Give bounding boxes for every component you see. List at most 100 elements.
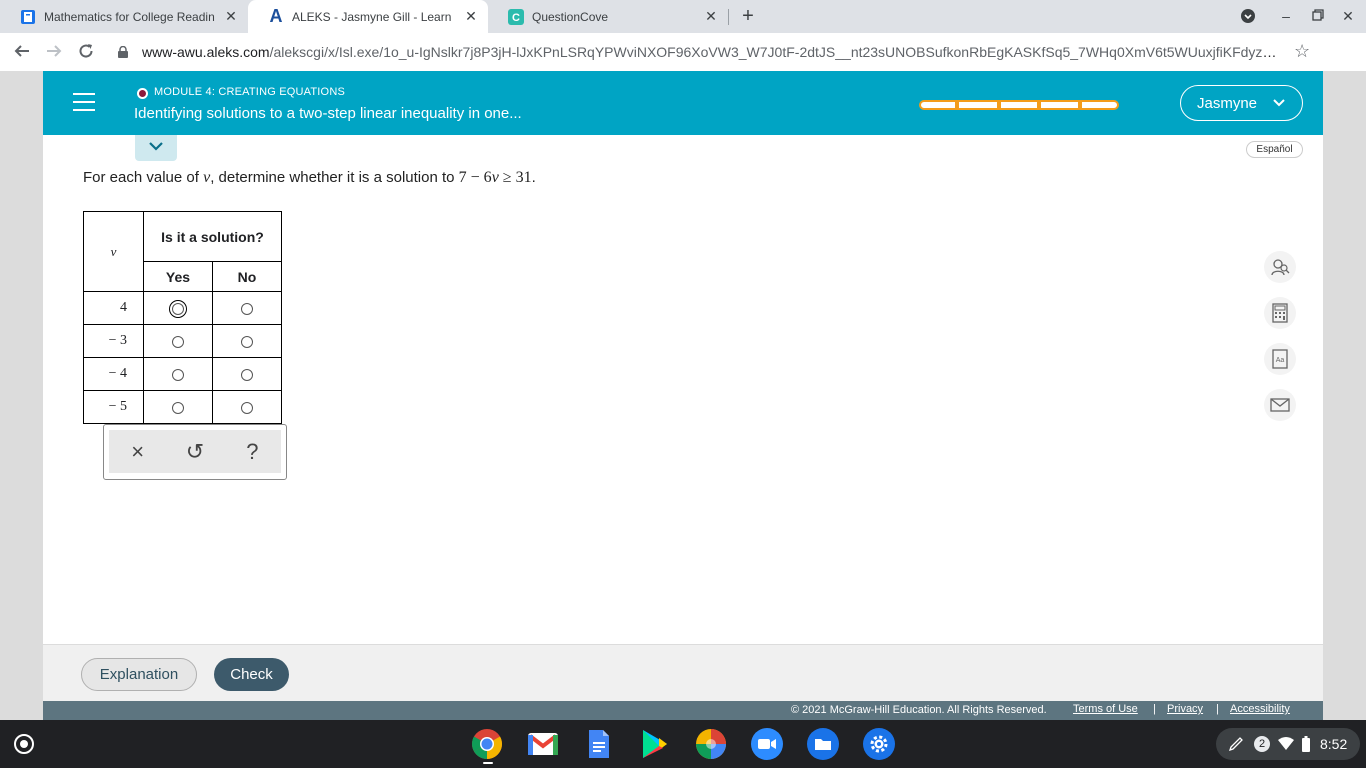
aleks-app: MODULE 4: CREATING EQUATIONS Identifying… [43, 71, 1323, 720]
user-menu-button[interactable]: Jasmyne [1180, 85, 1303, 121]
value-cell: − 4 [83, 357, 144, 391]
footer-separator: | [1216, 703, 1219, 715]
action-bar: Explanation Check [43, 644, 1323, 701]
new-tab-button[interactable]: + [738, 6, 758, 26]
clear-button[interactable]: × [118, 432, 158, 472]
notification-count: 2 [1254, 736, 1270, 752]
files-icon[interactable] [807, 728, 839, 760]
no-radio[interactable] [241, 402, 253, 415]
menu-icon[interactable] [73, 93, 95, 111]
tab-aleks[interactable]: A ALEKS - Jasmyne Gill - Learn ✕ [248, 0, 488, 33]
aleks-header: MODULE 4: CREATING EQUATIONS Identifying… [43, 71, 1323, 135]
inequality-variable: v [491, 169, 499, 186]
module-status-dot [137, 88, 148, 99]
battery-icon [1302, 736, 1310, 755]
topic-title: Identifying solutions to a two-step line… [134, 105, 522, 122]
active-app-indicator [483, 762, 493, 764]
tab-search-icon[interactable] [1240, 8, 1256, 24]
browser-tab-strip: Mathematics for College Readin ✕ A ALEKS… [0, 0, 1366, 33]
tab-title: ALEKS - Jasmyne Gill - Learn [292, 9, 452, 24]
explanation-button[interactable]: Explanation [81, 658, 197, 691]
privacy-link[interactable]: Privacy [1167, 703, 1203, 715]
play-store-icon[interactable] [639, 728, 671, 760]
tab-title: Mathematics for College Readin [44, 9, 215, 24]
no-radio[interactable] [241, 336, 253, 349]
clock-time: 8:52 [1320, 736, 1348, 752]
answer-toolbox: × ↺ ? [103, 424, 287, 480]
chrome-icon[interactable] [471, 728, 503, 760]
table-row: − 3 [83, 324, 282, 358]
launcher-icon[interactable] [14, 734, 34, 754]
terms-link[interactable]: Terms of Use [1073, 703, 1138, 715]
topic-progress-bar [919, 100, 1119, 110]
settings-gear-icon[interactable] [863, 728, 895, 760]
value-cell: − 5 [83, 390, 144, 424]
forward-icon[interactable] [44, 42, 64, 62]
back-icon[interactable] [12, 42, 32, 62]
lock-icon [118, 45, 128, 58]
url-text: www-awu.aleks.com/alekscgi/x/Isl.exe/1o_… [142, 44, 1282, 60]
address-bar[interactable]: www-awu.aleks.com/alekscgi/x/Isl.exe/1o_… [108, 37, 1324, 67]
aleks-logo-icon: A [269, 6, 283, 26]
docs-icon[interactable] [583, 728, 615, 760]
tab-divider [728, 9, 729, 25]
zoom-icon[interactable] [751, 728, 783, 760]
accessibility-link[interactable]: Accessibility [1230, 703, 1290, 715]
question-suffix: . [531, 169, 536, 186]
expand-details-button[interactable] [135, 135, 177, 161]
solution-column-header: Is it a solution? [143, 211, 282, 262]
tab-mathematics[interactable]: Mathematics for College Readin ✕ [0, 0, 248, 33]
close-icon[interactable]: ✕ [704, 9, 718, 23]
module-label: MODULE 4: CREATING EQUATIONS [154, 86, 345, 98]
espanol-button[interactable]: Español [1246, 141, 1303, 158]
restore-icon[interactable] [1310, 8, 1326, 24]
question-prefix: For each value of [83, 169, 204, 186]
gmail-icon[interactable] [527, 728, 559, 760]
status-tray[interactable]: 2 8:52 [1216, 728, 1360, 760]
yes-radio[interactable] [172, 369, 184, 382]
stylus-icon [1228, 736, 1244, 755]
help-button[interactable]: ? [232, 432, 272, 472]
browser-toolbar: www-awu.aleks.com/alekscgi/x/Isl.exe/1o_… [0, 33, 1366, 71]
question-text: For each value of v , determine whether i… [83, 169, 536, 187]
reload-icon[interactable] [76, 42, 96, 62]
table-row: 4 [83, 291, 282, 325]
footer-separator: | [1153, 703, 1156, 715]
copyright-text: © 2021 McGraw-Hill Education. All Rights… [791, 704, 1047, 716]
wifi-icon [1278, 737, 1294, 754]
dictionary-icon[interactable]: Aa [1264, 343, 1296, 375]
footer: © 2021 McGraw-Hill Education. All Rights… [43, 701, 1323, 720]
yes-radio[interactable] [172, 402, 184, 415]
svg-text:C: C [512, 12, 520, 24]
value-cell: 4 [83, 291, 144, 325]
calculator-icon[interactable] [1264, 297, 1296, 329]
svg-text:Aa: Aa [1276, 357, 1285, 364]
yes-column-header: Yes [143, 261, 213, 292]
questioncove-icon: C [508, 8, 524, 25]
url-host: www-awu.aleks.com [142, 44, 270, 60]
close-window-icon[interactable]: ✕ [1340, 8, 1356, 24]
canvas-app-icon[interactable] [695, 728, 727, 760]
url-path: /alekscgi/x/Isl.exe/1o_u-IgNslkr7j8P3jH-… [269, 44, 1282, 60]
os-shelf: 2 8:52 [0, 720, 1366, 768]
bookmark-star-icon[interactable]: ☆ [1294, 41, 1310, 61]
undo-button[interactable]: ↺ [175, 432, 215, 472]
tab-title: QuestionCove [532, 9, 609, 24]
value-cell: − 3 [83, 324, 144, 358]
yes-radio[interactable] [172, 336, 184, 349]
no-column-header: No [212, 261, 282, 292]
tab-questioncove[interactable]: C QuestionCove ✕ [488, 0, 728, 33]
solution-table: v Is it a solution? Yes No 4 − 3 − 4 − 5 [83, 211, 282, 424]
inequality-right: ≥ 31 [498, 169, 532, 186]
close-icon[interactable]: ✕ [224, 9, 238, 23]
yes-radio[interactable] [172, 303, 184, 316]
ask-instructor-icon[interactable] [1264, 251, 1296, 283]
minimize-icon[interactable]: – [1278, 8, 1294, 24]
inequality-left: 7 − 6 [458, 169, 492, 186]
close-icon[interactable]: ✕ [464, 9, 478, 23]
check-button[interactable]: Check [214, 658, 289, 691]
no-radio[interactable] [241, 303, 253, 316]
chevron-down-icon [148, 139, 164, 157]
mail-icon[interactable] [1264, 389, 1296, 421]
no-radio[interactable] [241, 369, 253, 382]
